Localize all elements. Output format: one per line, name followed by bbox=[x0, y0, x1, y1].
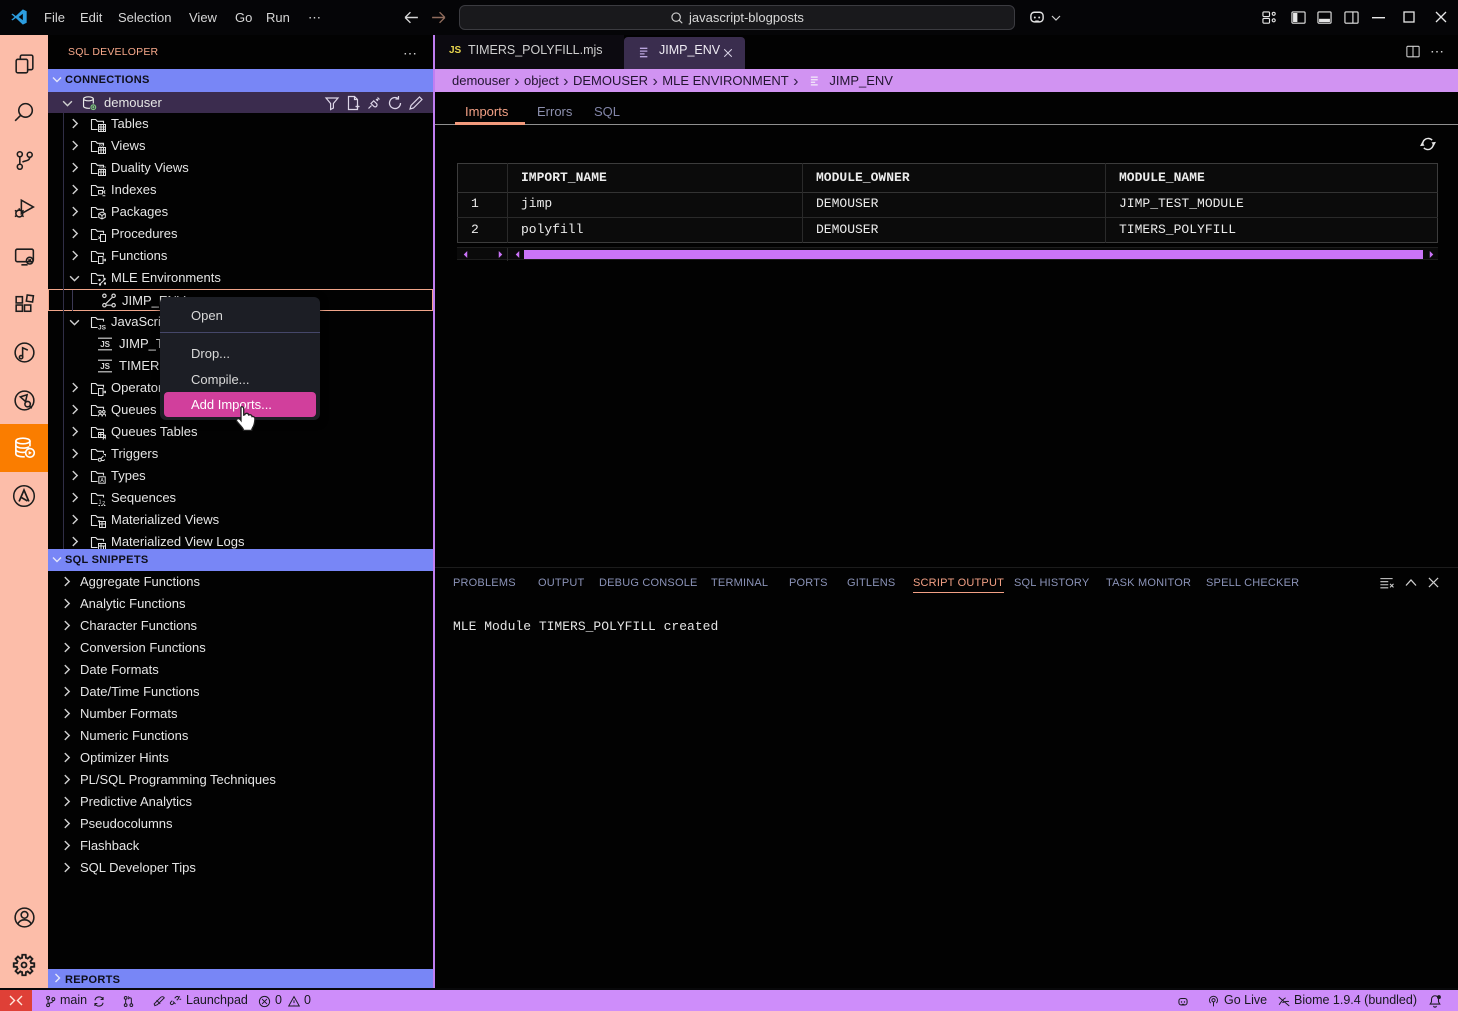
svg-text:1: 1 bbox=[99, 500, 102, 506]
svg-text:A: A bbox=[100, 478, 104, 484]
svg-text:bd: bd bbox=[99, 143, 105, 148]
svg-text:JS: JS bbox=[98, 325, 106, 331]
svg-text:JS: JS bbox=[100, 362, 110, 371]
svg-text:JSON: JSON bbox=[99, 166, 106, 170]
svg-text:JS: JS bbox=[100, 340, 110, 349]
